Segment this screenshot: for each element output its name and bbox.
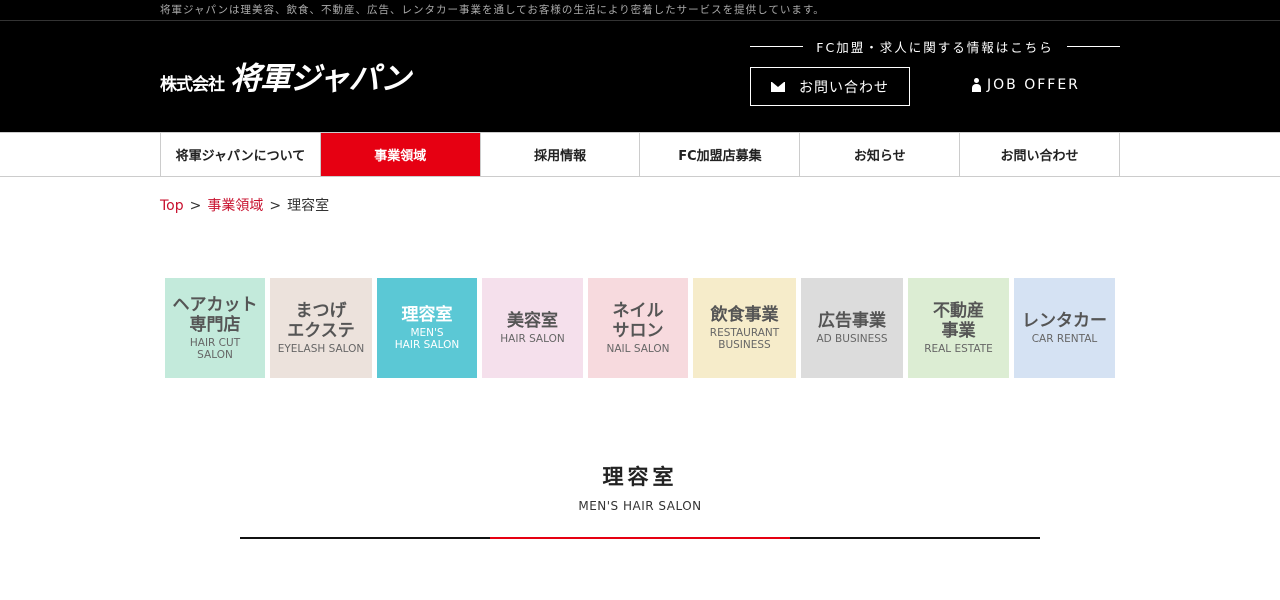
top-strip: 将軍ジャパンは理美容、飲食、不動産、広告、レンタカー事業を通してお客様の生活によ…: [0, 0, 1280, 21]
tile-jp: 美容室: [507, 311, 558, 331]
breadcrumb-sep: >: [189, 198, 202, 214]
tile-jp: サロン: [612, 321, 664, 341]
tile-car-rental[interactable]: レンタカー CAR RENTAL: [1014, 278, 1115, 378]
section-underline-accent: [490, 537, 790, 539]
business-tiles: ヘアカット 専門店 HAIR CUT SALON まつげ エクステ EYELAS…: [160, 278, 1120, 378]
tile-en: CAR RENTAL: [1031, 333, 1098, 345]
tile-ad[interactable]: 広告事業 AD BUSINESS: [801, 278, 903, 378]
section-subtitle: MEN'S HAIR SALON: [578, 499, 702, 513]
tile-en: HAIR CUT: [189, 337, 241, 349]
breadcrumb-top[interactable]: Top: [160, 198, 184, 214]
breadcrumb-business[interactable]: 事業領域: [207, 198, 263, 214]
tile-jp: 広告事業: [818, 311, 886, 331]
nav-about[interactable]: 将軍ジャパンについて: [161, 133, 321, 176]
tile-eyelash[interactable]: まつげ エクステ EYELASH SALON: [270, 278, 372, 378]
breadcrumb-current: 理容室: [287, 198, 330, 214]
contact-button[interactable]: お問い合わせ: [750, 67, 910, 106]
tile-en: MEN'S: [410, 327, 444, 339]
tile-en: NAIL SALON: [606, 343, 670, 355]
fc-info-text: FC加盟・求人に関する情報はこちら: [816, 40, 1054, 55]
nav-recruit[interactable]: 採用情報: [481, 133, 641, 176]
nav-contact[interactable]: お問い合わせ: [960, 133, 1120, 176]
logo-name: 将軍ジャパン: [230, 61, 411, 97]
tile-jp: 飲食事業: [710, 305, 779, 325]
nav-business[interactable]: 事業領域: [320, 133, 481, 176]
nav-news[interactable]: お知らせ: [800, 133, 961, 176]
section-title: 理容室: [602, 465, 678, 489]
tile-en: RESTAURANT: [709, 327, 780, 339]
tile-restaurant[interactable]: 飲食事業 RESTAURANT BUSINESS: [693, 278, 796, 378]
tile-en: BUSINESS: [718, 339, 771, 351]
tile-en: AD BUSINESS: [816, 333, 888, 345]
tile-jp: レンタカー: [1022, 311, 1107, 331]
tile-jp: ヘアカット: [172, 295, 258, 315]
site-logo[interactable]: 株式会社 将軍ジャパン: [160, 59, 411, 99]
tile-en: EYELASH SALON: [277, 343, 365, 355]
site-header: 株式会社 将軍ジャパン FC加盟・求人に関する情報はこちら お問い合わせ JOB…: [0, 21, 1280, 132]
tile-en: HAIR SALON: [500, 333, 565, 345]
person-icon: [972, 78, 981, 92]
nav-fc[interactable]: FC加盟店募集: [640, 133, 801, 176]
section-heading: 理容室 MEN'S HAIR SALON: [0, 461, 1280, 539]
tile-haircut[interactable]: ヘアカット 専門店 HAIR CUT SALON: [165, 278, 265, 378]
contact-label: お問い合わせ: [799, 79, 889, 96]
tile-jp: 専門店: [189, 315, 241, 335]
global-nav: 将軍ジャパンについて 事業領域 採用情報 FC加盟店募集 お知らせ お問い合わせ: [0, 132, 1280, 177]
divider-right: [1066, 46, 1121, 47]
tile-real-estate[interactable]: 不動産 事業 REAL ESTATE: [908, 278, 1009, 378]
divider-left: [750, 46, 804, 47]
tile-en: HAIR SALON: [394, 339, 460, 351]
job-offer-link[interactable]: JOB OFFER: [972, 77, 1080, 93]
section-underline: [240, 537, 1040, 539]
breadcrumb: Top > 事業領域 > 理容室: [160, 177, 1120, 237]
tile-jp: 事業: [941, 321, 976, 341]
tile-nail-salon[interactable]: ネイル サロン NAIL SALON: [588, 278, 688, 378]
tile-jp: 理容室: [401, 305, 453, 325]
fc-info-line: FC加盟・求人に関する情報はこちら: [750, 37, 1121, 56]
tile-mens-salon[interactable]: 理容室 MEN'S HAIR SALON: [377, 278, 477, 378]
breadcrumb-sep: >: [269, 198, 282, 214]
tile-en: REAL ESTATE: [924, 343, 993, 355]
tile-hair-salon[interactable]: 美容室 HAIR SALON: [482, 278, 583, 378]
top-strip-text: 将軍ジャパンは理美容、飲食、不動産、広告、レンタカー事業を通してお客様の生活によ…: [160, 4, 825, 16]
tile-en: SALON: [197, 349, 233, 361]
mail-icon: [771, 81, 785, 92]
tile-jp: ネイル: [612, 301, 664, 321]
tile-jp: 不動産: [933, 301, 984, 321]
tile-jp: エクステ: [287, 321, 355, 341]
logo-corp: 株式会社: [160, 75, 225, 95]
job-offer-label: JOB OFFER: [987, 77, 1080, 93]
tile-jp: まつげ: [295, 301, 347, 321]
